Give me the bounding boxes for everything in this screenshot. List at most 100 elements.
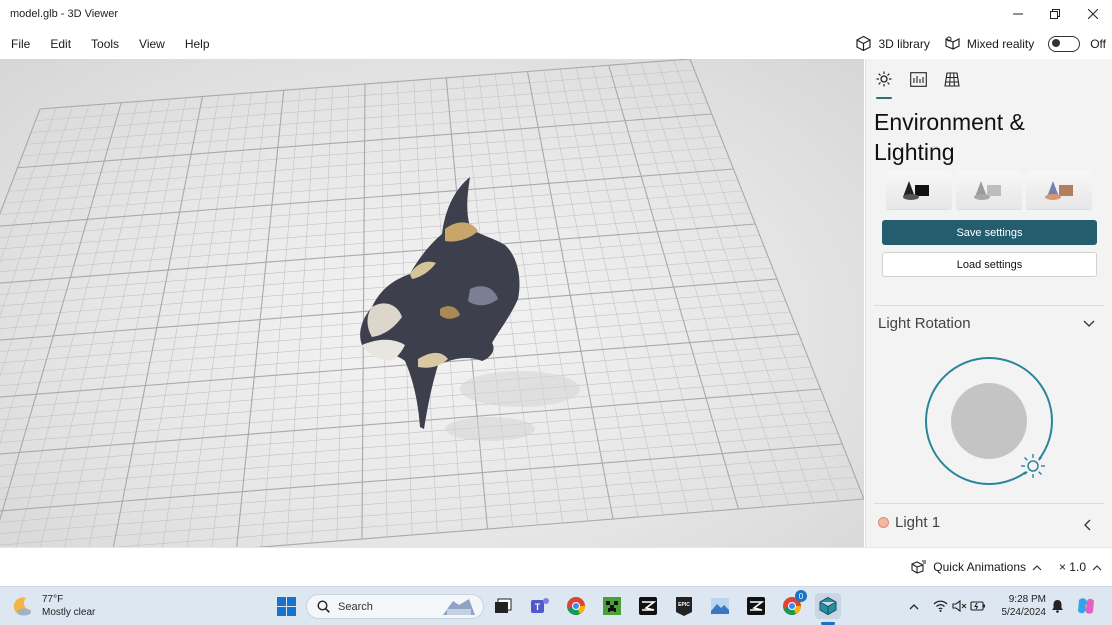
svg-text:T: T <box>535 602 541 612</box>
photos-icon <box>711 598 729 614</box>
3d-library-button[interactable]: 3D library <box>855 35 930 52</box>
weather-widget[interactable]: 77°F Mostly clear <box>12 593 95 619</box>
capcut-app[interactable] <box>637 595 659 617</box>
weather-condition: Mostly clear <box>42 607 96 618</box>
tab-grid[interactable] <box>942 69 962 89</box>
mixed-reality-icon <box>945 36 960 50</box>
3d-viewport[interactable] <box>0 59 864 547</box>
chrome-icon <box>567 597 585 615</box>
mixed-reality-label: Mixed reality <box>966 36 1035 51</box>
animation-icon <box>911 560 927 574</box>
heading-line-2: Lighting <box>874 139 955 165</box>
taskbar-search[interactable]: Search <box>306 594 484 619</box>
volume-muted-icon <box>951 600 966 612</box>
copilot-icon <box>1078 598 1094 614</box>
cube-icon <box>856 35 872 52</box>
wifi-button[interactable] <box>932 598 948 614</box>
menu-file[interactable]: File <box>0 37 40 51</box>
chrome-app[interactable] <box>565 595 587 617</box>
quick-animations-label: Quick Animations <box>933 560 1026 574</box>
menu-view[interactable]: View <box>129 37 175 51</box>
light-handle-sun-icon[interactable] <box>1021 454 1045 478</box>
search-icon <box>317 600 330 613</box>
3d-library-label: 3D library <box>878 36 930 51</box>
light-1-label: Light 1 <box>895 514 941 531</box>
volume-button[interactable] <box>951 598 967 614</box>
chevron-down-icon[interactable] <box>1083 320 1095 328</box>
quick-animations-button[interactable]: Quick Animations <box>911 560 1042 574</box>
photos-app[interactable] <box>709 595 731 617</box>
environment-presets <box>886 171 1092 209</box>
chevron-up-icon <box>909 603 919 609</box>
menu-edit[interactable]: Edit <box>40 37 81 51</box>
search-highlight-icon <box>443 598 475 615</box>
save-settings-button[interactable]: Save settings <box>882 220 1097 245</box>
neutral-preset[interactable] <box>956 171 1022 209</box>
tab-stats[interactable] <box>908 69 928 89</box>
light-rotation-title: Light Rotation <box>878 315 971 332</box>
playback-speed-button[interactable]: × 1.0 <box>1059 560 1102 574</box>
divider <box>874 305 1104 306</box>
minimize-button[interactable] <box>999 0 1037 28</box>
divider <box>874 503 1104 504</box>
minecraft-icon <box>603 597 621 615</box>
notifications-button[interactable] <box>1049 598 1065 614</box>
tab-lighting[interactable] <box>874 69 894 99</box>
bell-icon <box>1051 600 1063 613</box>
heading-line-1: Environment & <box>874 109 1025 135</box>
capcut-icon <box>639 597 657 615</box>
show-hidden-icons[interactable] <box>906 598 922 614</box>
notification-badge: 0 <box>795 590 807 602</box>
menu-tools[interactable]: Tools <box>81 37 129 51</box>
capcut-app-2[interactable] <box>745 595 767 617</box>
wifi-icon <box>933 600 947 612</box>
chevron-left-icon[interactable] <box>1083 519 1091 531</box>
moon-icon <box>13 597 31 616</box>
task-view-icon <box>495 598 512 613</box>
toggle-state-label: Off <box>1090 36 1106 51</box>
light-1-row[interactable]: Light 1 <box>878 514 940 531</box>
load-settings-button[interactable]: Load settings <box>882 252 1097 277</box>
clock[interactable]: 9:28 PM 5/24/2024 <box>996 593 1047 619</box>
3d-viewer-icon <box>819 596 837 616</box>
toggle-knob <box>1052 39 1061 47</box>
copilot-button[interactable] <box>1076 596 1096 616</box>
3d-viewer-app[interactable] <box>815 593 841 619</box>
svg-text:EPIC: EPIC <box>678 602 690 608</box>
epic-games-icon: EPIC <box>676 596 692 616</box>
teams-icon: T <box>531 598 549 613</box>
battery-charging-icon <box>970 601 985 611</box>
mixed-reality-button[interactable]: Mixed reality <box>944 35 1034 52</box>
grid-floor <box>0 59 864 547</box>
dark-preset[interactable] <box>886 171 952 209</box>
minecraft-app[interactable] <box>601 595 623 617</box>
clock-time: 9:28 PM <box>1008 594 1046 605</box>
menu-help[interactable]: Help <box>175 37 220 51</box>
start-button[interactable] <box>275 595 297 617</box>
search-placeholder: Search <box>338 600 373 613</box>
dial-sphere <box>951 383 1027 459</box>
chevron-up-icon <box>1032 564 1042 570</box>
window-title: model.glb - 3D Viewer <box>10 8 119 20</box>
menu-bar: File Edit Tools View Help 3D library Mix… <box>0 28 1112 59</box>
light-rotation-dial[interactable] <box>924 356 1054 486</box>
sun-icon <box>876 71 892 87</box>
restore-icon <box>1050 9 1060 19</box>
maximize-button[interactable] <box>1036 0 1074 28</box>
warm-preset[interactable] <box>1026 171 1092 209</box>
close-button[interactable] <box>1074 0 1112 28</box>
animation-bar: Quick Animations × 1.0 <box>0 547 1112 586</box>
chrome-profile-app[interactable]: 0 <box>781 590 807 617</box>
task-view-button[interactable] <box>492 595 514 617</box>
teams-app[interactable]: T <box>529 595 551 617</box>
minimize-icon <box>1013 13 1023 15</box>
stats-icon <box>909 71 927 87</box>
capcut-icon <box>747 597 765 615</box>
battery-button[interactable] <box>970 598 986 614</box>
temperature: 77°F <box>42 594 64 605</box>
clock-date: 5/24/2024 <box>1001 607 1047 618</box>
taskbar: 77°F Mostly clear Search T EPIC 0 9:28 P… <box>0 586 1112 625</box>
panel-heading: Environment & Lighting <box>874 107 1104 167</box>
mixed-reality-toggle[interactable] <box>1048 35 1081 52</box>
epic-games-app[interactable]: EPIC <box>673 595 695 617</box>
